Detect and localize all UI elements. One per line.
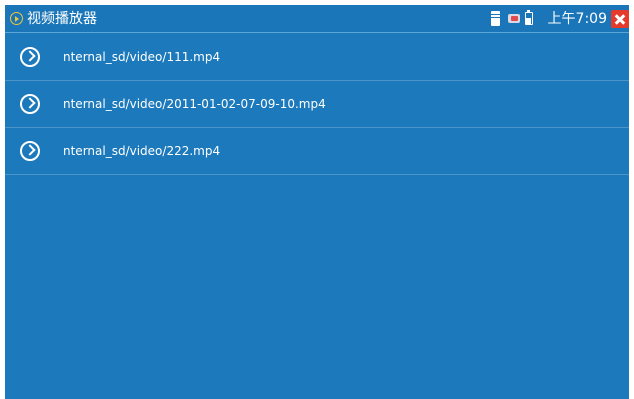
chevron-right-icon[interactable] <box>20 94 40 114</box>
file-name: nternal_sd/video/222.mp4 <box>63 144 221 158</box>
file-list: nternal_sd/video/111.mp4 nternal_sd/vide… <box>5 34 629 175</box>
close-button[interactable] <box>611 10 629 28</box>
chevron-right-icon[interactable] <box>20 47 40 67</box>
list-item[interactable]: nternal_sd/video/222.mp4 <box>5 128 629 175</box>
title-bar: 视频播放器 上午7:09 <box>5 5 629 33</box>
app-title: 视频播放器 <box>27 11 97 27</box>
clock: 上午7:09 <box>547 11 607 27</box>
file-name: nternal_sd/video/2011-01-02-07-09-10.mp4 <box>63 97 326 111</box>
video-player-screen: 视频播放器 上午7:09 nternal_sd/video/111.mp4 nt… <box>5 5 629 399</box>
battery-icon <box>525 10 533 25</box>
usb-icon <box>508 14 520 23</box>
list-item[interactable]: nternal_sd/video/2011-01-02-07-09-10.mp4 <box>5 81 629 128</box>
file-name: nternal_sd/video/111.mp4 <box>63 50 221 64</box>
chevron-right-icon[interactable] <box>20 141 40 161</box>
sd-card-icon <box>491 11 500 26</box>
list-item[interactable]: nternal_sd/video/111.mp4 <box>5 34 629 81</box>
play-circle-icon <box>10 12 23 25</box>
